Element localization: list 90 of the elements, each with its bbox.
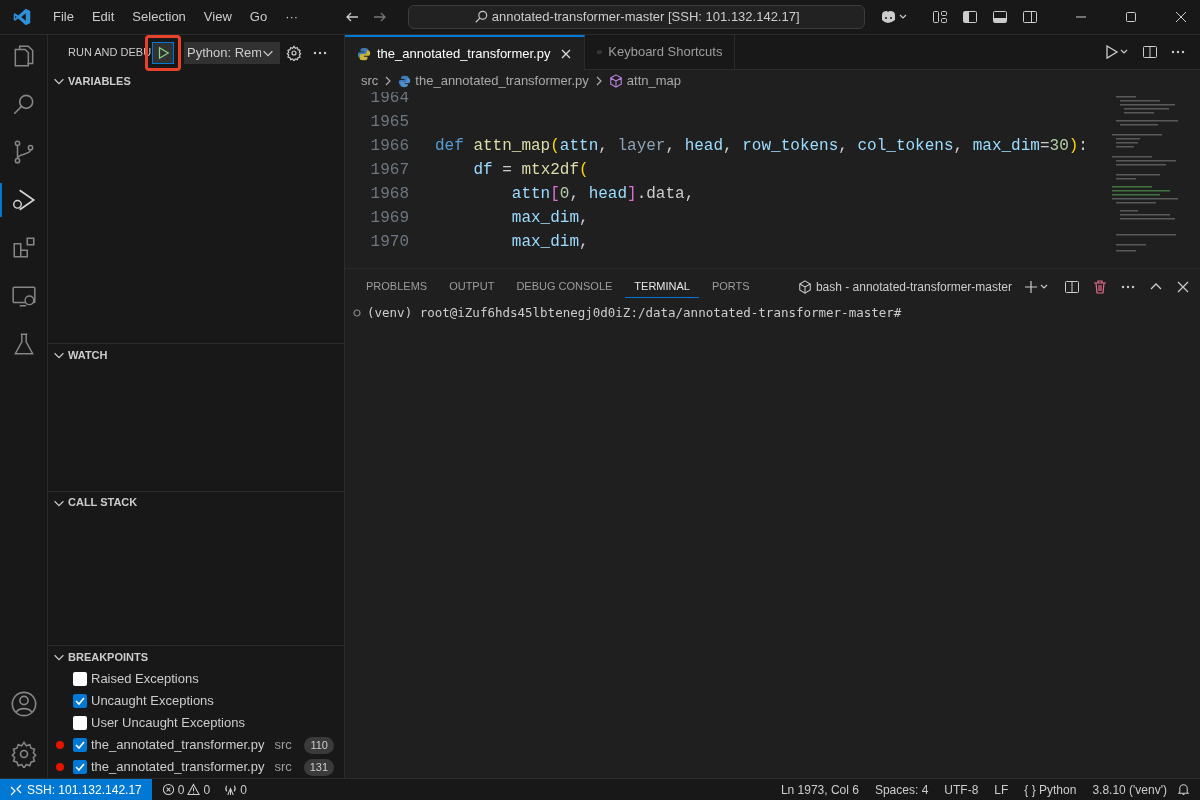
toggle-secondary-sidebar-icon[interactable] [1022,9,1038,25]
search-icon [473,10,488,24]
panel-tab[interactable]: PORTS [702,275,759,298]
panel-tab[interactable]: PROBLEMS [357,275,437,298]
maximize-icon[interactable] [1124,10,1138,24]
status-item[interactable]: Ln 1973, Col 6 [780,780,859,799]
line-number: 1965 [369,112,409,133]
terminal-profile-icon [797,279,812,294]
line-badge: 110 [304,736,334,754]
menu-item[interactable]: Edit [83,7,123,27]
terminal-name[interactable]: bash - annotated-transformer-master [815,277,1012,296]
checkbox[interactable] [73,760,87,774]
settings-icon[interactable] [9,740,38,768]
section-header[interactable]: BREAKPOINTS [48,646,344,668]
line-number: 1964 [369,92,409,109]
command-center-search[interactable]: annotated-transformer-master [SSH: 101.132.142.17] [408,5,866,29]
app-logo-icon [13,8,31,26]
start-debugging-button[interactable] [152,41,174,64]
run-icon[interactable] [1104,44,1130,60]
breakpoint-label[interactable]: Raised Exceptions [91,669,199,689]
problems-indicator[interactable]: 0 0 [161,780,211,799]
section-header[interactable]: CALL STACK [48,491,344,514]
breadcrumb-item[interactable]: attn_map [626,71,681,91]
line-number: 1968 [369,184,409,205]
menu-item[interactable]: Selection [124,7,194,27]
split-terminal-icon[interactable] [1064,278,1080,295]
breakpoint-label[interactable]: the_annotated_transformer.py [91,735,265,755]
toggle-panel-icon[interactable] [992,9,1008,25]
checkbox[interactable] [73,738,87,752]
ports-indicator[interactable]: 0 [224,780,247,799]
menu-item[interactable]: ··· [277,7,307,27]
panel-tab[interactable]: TERMINAL [625,275,699,298]
section-header[interactable]: VARIABLES [48,70,344,92]
python-file-icon [357,46,371,61]
python-file-icon [398,74,412,88]
close-icon[interactable] [560,47,573,60]
cube-icon [608,74,623,88]
line-number: 1970 [369,232,409,253]
command-status-icon [353,309,361,318]
line-number: 1969 [369,208,409,229]
settings-icon[interactable] [286,44,302,61]
checkbox[interactable] [73,694,87,708]
breakpoint-label[interactable]: the_annotated_transformer.py [91,757,265,777]
breakpoint-path: src [274,736,292,755]
trash-icon[interactable] [1092,278,1108,295]
breadcrumb-item[interactable]: src [361,71,379,91]
panel-tab[interactable]: OUTPUT [440,275,504,298]
toggle-sidebar-icon[interactable] [962,9,978,25]
status-item[interactable]: 3.8.10 ('venv') [1092,780,1167,799]
close-icon[interactable] [1176,279,1190,294]
launch-config-dropdown[interactable]: Python: Rem [184,41,280,64]
breadcrumb-item[interactable]: the_annotated_transformer.py [415,71,589,91]
code-line: max_dim, [510,232,589,253]
editor-tab[interactable]: Keyboard Shortcuts [585,35,736,70]
status-item[interactable]: Spaces: 4 [874,780,929,799]
play-icon [156,45,170,60]
code-line: max_dim, [510,208,589,229]
breakpoint-label[interactable]: User Uncaught Exceptions [91,713,245,733]
antenna-icon [224,783,238,796]
breakpoint-path: src [274,758,292,777]
section-header[interactable]: WATCH [48,344,344,367]
close-icon[interactable] [1174,10,1188,24]
menu-item[interactable]: File [45,7,82,27]
code-line: attn[0, head].data, [510,184,695,205]
split-editor-icon[interactable] [1142,44,1158,60]
customize-layout-icon[interactable] [932,9,948,25]
code-line: df = mtx2df( [472,160,589,181]
breakpoint-label[interactable]: Uncaught Exceptions [91,691,214,711]
command-center-text: annotated-transformer-master [SSH: 101.132.142.17] [491,8,800,27]
bell-icon[interactable] [1177,783,1190,796]
remote-icon [10,783,22,796]
remote-indicator[interactable]: SSH: 101.132.142.17 [0,779,152,800]
line-number: 1967 [369,160,409,181]
menu-item[interactable]: Go [241,7,276,27]
panel-tab[interactable]: DEBUG CONSOLE [507,275,622,298]
error-icon [161,783,175,796]
checkbox[interactable] [73,672,87,686]
editor-tab[interactable]: the_annotated_transformer.py [345,35,586,70]
checkbox[interactable] [73,716,87,730]
run-debug-icon[interactable] [10,187,37,213]
account-icon[interactable] [9,690,38,718]
status-item[interactable]: UTF-8 [944,780,979,799]
code-line: def attn_map(attn, layer, head, row_tokens, col_tokens, max_dim=30): [435,136,1088,157]
status-item[interactable]: { } Python [1024,780,1077,799]
line-number: 1966 [369,136,409,157]
warning-icon [187,783,201,796]
menu-item[interactable]: View [195,7,240,27]
status-item[interactable]: LF [994,780,1009,799]
line-badge: 131 [303,758,334,776]
terminal-prompt: (venv) root@iZuf6hds45lbtenegj0d0iZ:/data/annotated-transformer-master# [367,304,902,322]
